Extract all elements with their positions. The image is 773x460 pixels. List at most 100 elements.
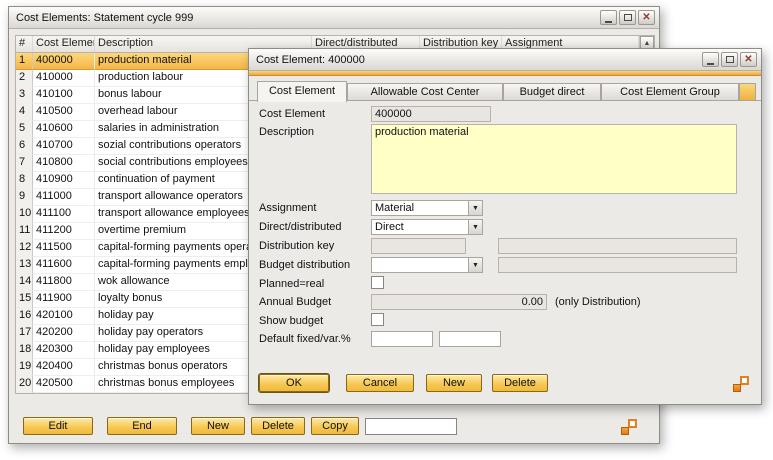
assignment-select[interactable]: Material ▼ [371, 200, 483, 216]
show-budget-checkbox[interactable] [371, 313, 384, 326]
distribution-key-name-field[interactable] [498, 238, 737, 254]
cell-code: 411200 [33, 223, 95, 240]
default-fixed-field[interactable] [371, 331, 433, 347]
active-window-accent-bar [249, 71, 761, 76]
cell-code: 410800 [33, 155, 95, 172]
expand-form-icon-part [740, 376, 749, 385]
cell-code: 420100 [33, 308, 95, 325]
annual-budget-label: Annual Budget [259, 296, 331, 308]
main-window-title: Cost Elements: Statement cycle 999 [16, 12, 193, 24]
column-header-num[interactable]: # [16, 36, 33, 52]
budget-distribution-label: Budget distribution [259, 259, 350, 271]
close-button[interactable]: ✕ [638, 10, 655, 25]
expand-form-icon[interactable] [621, 419, 637, 435]
dialog-new-button[interactable]: New [426, 374, 482, 392]
dialog-title: Cost Element: 400000 [256, 54, 365, 66]
assignment-label: Assignment [259, 202, 316, 214]
chevron-down-icon[interactable]: ▼ [468, 220, 482, 234]
cell-num: 8 [16, 172, 33, 189]
tab-cost-element[interactable]: Cost Element [257, 81, 347, 102]
dialog-tabs: Cost Element Allowable Cost Center Budge… [249, 80, 761, 101]
planned-real-checkbox[interactable] [371, 276, 384, 289]
expand-form-icon-part [628, 419, 637, 428]
main-window-titlebar[interactable]: Cost Elements: Statement cycle 999 ✕ [9, 7, 659, 29]
cost-element-label: Cost Element [259, 108, 325, 120]
cell-code: 411000 [33, 189, 95, 206]
cell-num: 3 [16, 87, 33, 104]
ok-button[interactable]: OK [259, 374, 329, 392]
planned-real-label: Planned=real [259, 278, 324, 290]
minimize-icon [605, 21, 612, 23]
cell-code: 420400 [33, 359, 95, 376]
cancel-button[interactable]: Cancel [346, 374, 414, 392]
column-header-cost-element[interactable]: Cost Elemen [33, 36, 95, 52]
cell-code: 411500 [33, 240, 95, 257]
cell-num: 18 [16, 342, 33, 359]
cell-code: 410100 [33, 87, 95, 104]
chevron-down-icon[interactable]: ▼ [468, 201, 482, 215]
close-button[interactable]: ✕ [740, 52, 757, 67]
close-icon: ✕ [744, 55, 752, 65]
chevron-down-icon[interactable]: ▼ [468, 258, 482, 272]
budget-distribution-name-field[interactable] [498, 257, 737, 273]
minimize-button[interactable] [702, 52, 719, 67]
new-button[interactable]: New [191, 417, 245, 435]
tab-overflow-stub[interactable] [739, 83, 756, 101]
cell-code: 411800 [33, 274, 95, 291]
maximize-icon [624, 14, 632, 21]
cost-element-dialog: Cost Element: 400000 ✕ Cost Element Allo… [248, 48, 762, 405]
cell-num: 5 [16, 121, 33, 138]
cell-num: 16 [16, 308, 33, 325]
cell-code: 410700 [33, 138, 95, 155]
cell-num: 19 [16, 359, 33, 376]
cell-num: 4 [16, 104, 33, 121]
direct-distributed-label: Direct/distributed [259, 221, 342, 233]
tab-allowable-cost-center[interactable]: Allowable Cost Center [347, 83, 503, 101]
distribution-key-label: Distribution key [259, 240, 334, 252]
cell-num: 17 [16, 325, 33, 342]
maximize-button[interactable] [619, 10, 636, 25]
cell-code: 420200 [33, 325, 95, 342]
cell-code: 411100 [33, 206, 95, 223]
tab-cost-element-group[interactable]: Cost Element Group [601, 83, 739, 101]
direct-distributed-select[interactable]: Direct ▼ [371, 219, 483, 235]
direct-distributed-value: Direct [372, 220, 468, 234]
end-button[interactable]: End [107, 417, 177, 435]
cell-code: 410900 [33, 172, 95, 189]
cell-num: 20 [16, 376, 33, 393]
default-var-field[interactable] [439, 331, 501, 347]
dialog-window-controls: ✕ [702, 52, 757, 67]
cell-code: 411900 [33, 291, 95, 308]
budget-distribution-value [372, 258, 468, 272]
minimize-button[interactable] [600, 10, 617, 25]
minimize-icon [707, 63, 714, 65]
cell-code: 410500 [33, 104, 95, 121]
description-textarea[interactable]: production material [371, 124, 737, 194]
footer-input[interactable] [365, 418, 457, 435]
dialog-titlebar[interactable]: Cost Element: 400000 ✕ [249, 49, 761, 71]
cell-code: 411600 [33, 257, 95, 274]
cell-num: 14 [16, 274, 33, 291]
cell-code: 410600 [33, 121, 95, 138]
maximize-button[interactable] [721, 52, 738, 67]
main-window-controls: ✕ [600, 10, 655, 25]
edit-button[interactable]: Edit [23, 417, 93, 435]
distribution-key-field[interactable] [371, 238, 466, 254]
cell-num: 15 [16, 291, 33, 308]
assignment-value: Material [372, 201, 468, 215]
tab-budget-direct[interactable]: Budget direct [503, 83, 601, 101]
delete-button[interactable]: Delete [251, 417, 305, 435]
cell-num: 9 [16, 189, 33, 206]
cell-code: 400000 [33, 53, 95, 70]
cell-code: 410000 [33, 70, 95, 87]
annual-budget-field[interactable]: 0.00 [371, 294, 547, 310]
dialog-delete-button[interactable]: Delete [492, 374, 548, 392]
expand-form-icon[interactable] [733, 376, 749, 392]
budget-distribution-select[interactable]: ▼ [371, 257, 483, 273]
cell-num: 11 [16, 223, 33, 240]
description-label: Description [259, 126, 314, 138]
cell-code: 420500 [33, 376, 95, 393]
cell-num: 2 [16, 70, 33, 87]
cost-element-field[interactable]: 400000 [371, 106, 491, 122]
copy-button[interactable]: Copy [311, 417, 359, 435]
